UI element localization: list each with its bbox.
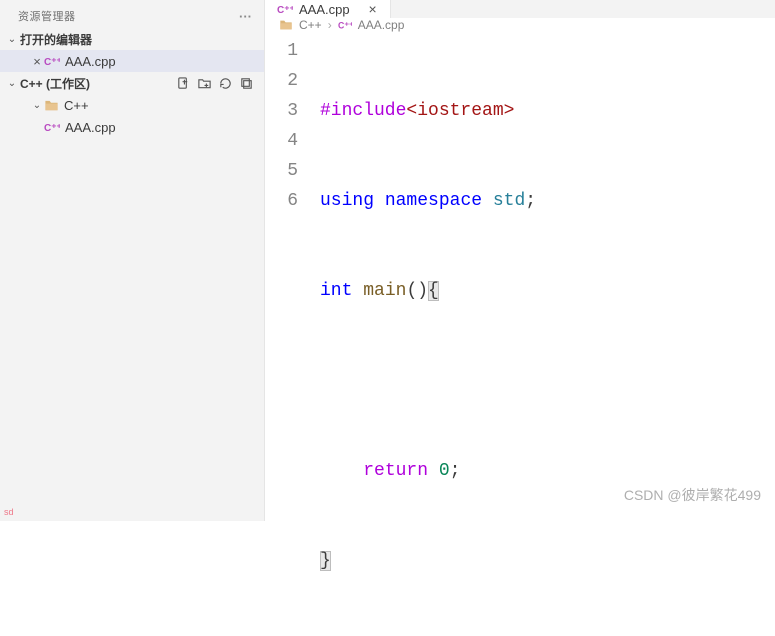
svg-text:C⁺⁺: C⁺⁺ <box>338 21 352 31</box>
explorer-title: 资源管理器 <box>18 8 76 24</box>
folder-label: C++ <box>64 98 89 113</box>
editor-area: C⁺⁺ AAA.cpp × C++ › C⁺⁺ AAA.cpp 1 2 3 4 … <box>265 0 775 521</box>
line-numbers: 1 2 3 4 5 6 <box>265 36 320 636</box>
tab-label: AAA.cpp <box>299 2 350 17</box>
chevron-right-icon: › <box>328 18 332 32</box>
chevron-down-icon: ⌄ <box>4 34 20 45</box>
explorer-sidebar: 资源管理器 ··· ⌄ 打开的编辑器 × C⁺⁺ AAA.cpp ⌄ C++ (… <box>0 0 265 521</box>
open-editor-label: AAA.cpp <box>65 54 116 69</box>
cpp-file-icon: C⁺⁺ <box>44 53 65 69</box>
svg-text:C⁺⁺: C⁺⁺ <box>277 5 293 16</box>
new-file-icon[interactable] <box>176 76 191 91</box>
cpp-file-icon: C⁺⁺ <box>338 18 352 32</box>
workspace-title: C++ (工作区) <box>20 75 90 92</box>
tab-file[interactable]: C⁺⁺ AAA.cpp × <box>265 0 391 18</box>
chevron-down-icon: ⌄ <box>30 100 44 111</box>
more-actions-icon[interactable]: ··· <box>239 9 252 24</box>
close-icon[interactable]: × <box>30 54 44 69</box>
breadcrumb[interactable]: C++ › C⁺⁺ AAA.cpp <box>265 18 775 32</box>
breadcrumb-folder[interactable]: C++ <box>299 18 322 32</box>
watermark: sd <box>4 507 14 517</box>
svg-text:C⁺⁺: C⁺⁺ <box>44 123 60 134</box>
cpp-file-icon: C⁺⁺ <box>277 1 293 17</box>
cpp-file-icon: C⁺⁺ <box>44 119 65 135</box>
close-icon[interactable]: × <box>364 0 382 18</box>
svg-text:C⁺⁺: C⁺⁺ <box>44 57 60 68</box>
folder-icon <box>279 18 293 32</box>
refresh-icon[interactable] <box>218 76 233 91</box>
workspace-section[interactable]: ⌄ C++ (工作区) <box>0 72 264 94</box>
tab-bar: C⁺⁺ AAA.cpp × <box>265 0 775 18</box>
explorer-header: 资源管理器 ··· <box>0 0 264 28</box>
open-editors-section[interactable]: ⌄ 打开的编辑器 <box>0 28 264 50</box>
folder-item[interactable]: ⌄ C++ <box>0 94 264 116</box>
open-editors-title: 打开的编辑器 <box>20 31 92 48</box>
breadcrumb-file[interactable]: AAA.cpp <box>358 18 405 32</box>
chevron-down-icon: ⌄ <box>4 78 20 89</box>
collapse-all-icon[interactable] <box>239 76 254 91</box>
code-editor[interactable]: 1 2 3 4 5 6 #include<iostream> using nam… <box>265 32 775 636</box>
new-folder-icon[interactable] <box>197 76 212 91</box>
code-content[interactable]: #include<iostream> using namespace std; … <box>320 36 775 636</box>
open-editor-item[interactable]: × C⁺⁺ AAA.cpp <box>0 50 264 72</box>
file-item[interactable]: C⁺⁺ AAA.cpp <box>0 116 264 138</box>
file-label: AAA.cpp <box>65 120 116 135</box>
folder-icon <box>44 98 64 113</box>
watermark: CSDN @彼岸繁花499 <box>624 485 761 505</box>
